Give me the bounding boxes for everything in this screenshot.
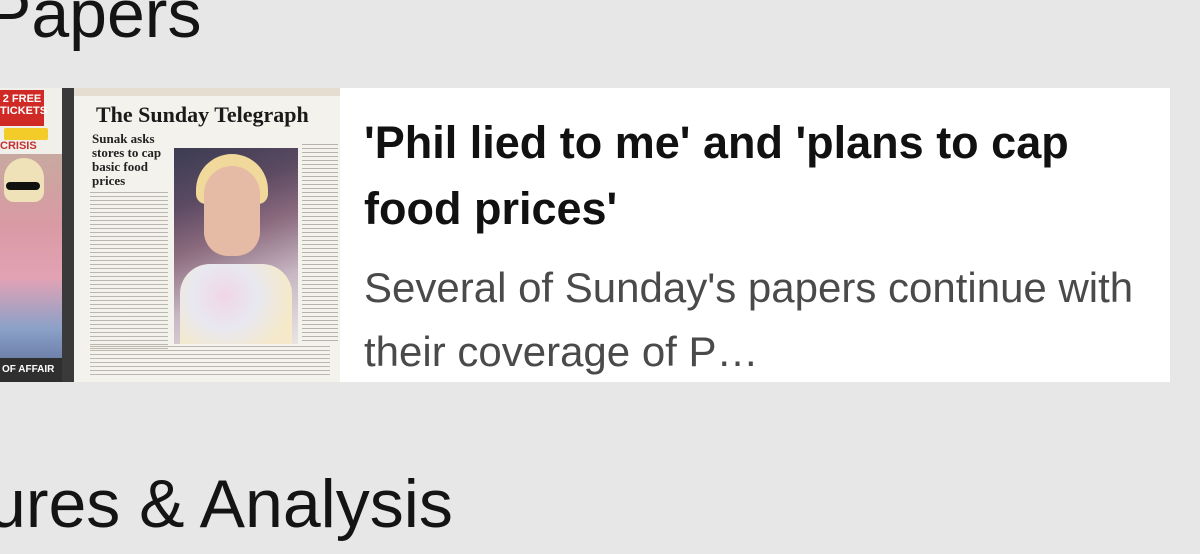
newspaper-masthead: The Sunday Telegraph (96, 102, 309, 127)
free-tickets-badge: 2 FREE TICKETS (0, 90, 47, 126)
newspaper-main-photo-face (204, 166, 260, 256)
article-title[interactable]: 'Phil lied to me' and 'plans to cap food… (364, 110, 1154, 242)
newspaper-left-photo-glasses (6, 182, 40, 190)
left-kicker: CRISIS (0, 140, 37, 152)
yellow-badge (4, 128, 48, 140)
article-summary: Several of Sunday's papers continue with… (364, 264, 1134, 375)
section-heading-features-analysis: ures & Analysis (0, 466, 453, 542)
masthead-strip (74, 88, 340, 96)
newspaper-text-column (90, 192, 168, 352)
newspaper-left-photo-hair (4, 158, 44, 202)
left-footer-text: OF AFFAIR (0, 358, 62, 382)
newspaper-right-column (302, 144, 338, 344)
article-text: 'Phil lied to me' and 'plans to cap food… (364, 110, 1154, 384)
article-card[interactable]: 2 FREE TICKETS CRISIS OF AFFAIR The Sund… (0, 88, 1170, 382)
section-heading-papers: Papers (0, 0, 202, 52)
newspaper-headline: Sunak asks stores to cap basic food pric… (92, 131, 162, 188)
newspaper-main-photo-dress (180, 264, 292, 344)
article-thumbnail: 2 FREE TICKETS CRISIS OF AFFAIR The Sund… (0, 88, 340, 382)
newspaper-divider (62, 88, 74, 382)
newspaper-bottom-text (90, 346, 330, 376)
